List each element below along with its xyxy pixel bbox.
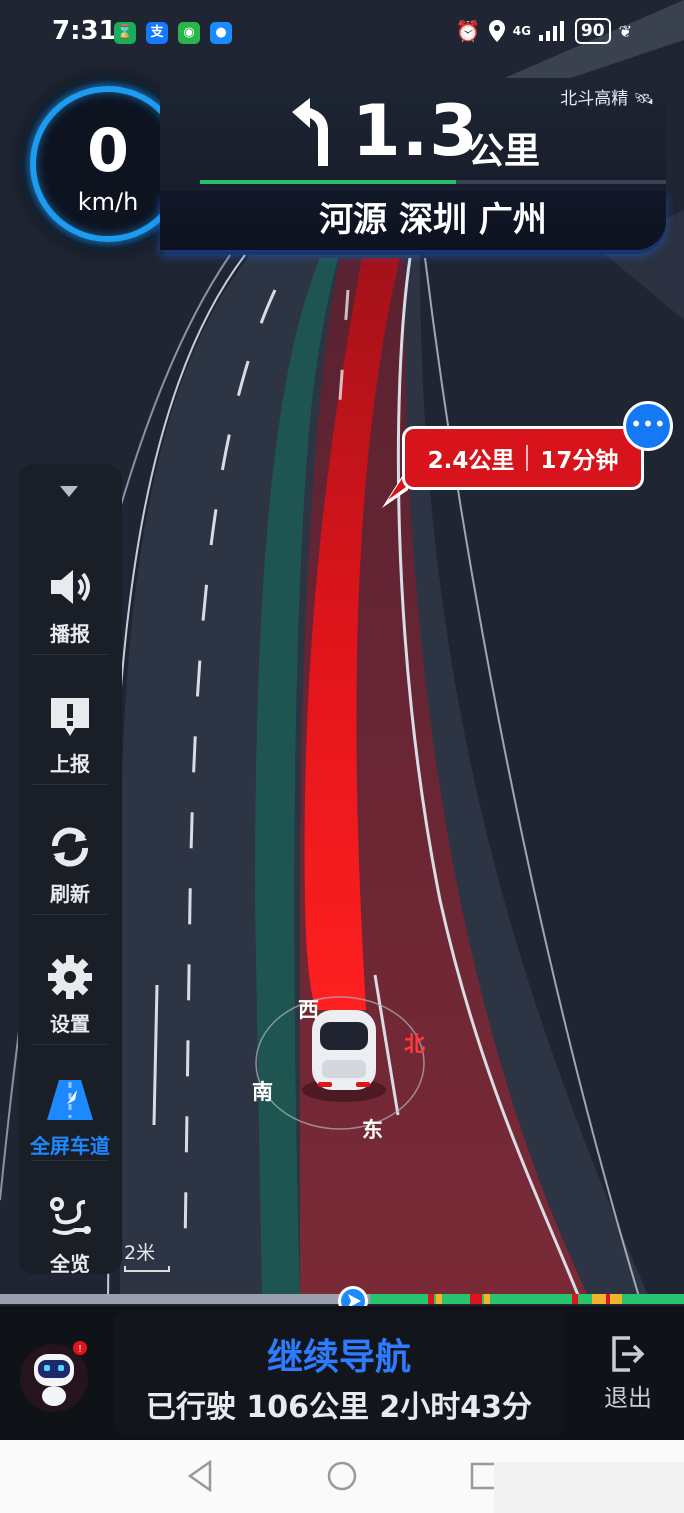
leaf-icon: ❦ xyxy=(618,21,632,41)
lane-view-icon xyxy=(47,1080,93,1120)
back-icon[interactable] xyxy=(186,1460,214,1492)
home-icon[interactable] xyxy=(326,1460,358,1492)
map-scale-bar xyxy=(124,1266,170,1272)
lane-fullscreen-button[interactable]: 全屏车道 xyxy=(18,1050,122,1172)
clock: 7:31 xyxy=(52,16,117,46)
turn-guidance-panel[interactable]: 北斗高精 🛰 1.3 公里 河源 深圳 广州 xyxy=(160,78,666,254)
beidou-label: 北斗高精 🛰 xyxy=(560,89,654,109)
assistant-robot-icon[interactable]: ! xyxy=(18,1334,94,1418)
exit-icon xyxy=(612,1336,645,1372)
system-navigation-bar xyxy=(0,1440,684,1513)
hourglass-app-icon: ⌛ xyxy=(114,22,136,44)
network-type: 4G xyxy=(512,24,531,38)
left-toolbar: 播报 上报 刷新 设置 全屏车道 全览 xyxy=(18,464,122,1276)
compass-west: 西 xyxy=(298,998,319,1022)
trip-traveled-summary: 已行驶 106公里 2小时43分 xyxy=(145,1390,533,1425)
continue-navigation-button[interactable]: 继续导航 已行驶 106公里 2小时43分 xyxy=(114,1312,564,1436)
alarm-icon: ⏰ xyxy=(455,19,481,43)
compass-east: 东 xyxy=(362,1118,383,1142)
location-icon xyxy=(488,20,505,42)
svg-text:!: ! xyxy=(78,1344,82,1355)
turn-distance: 1.3 xyxy=(352,90,480,172)
overview-route-icon xyxy=(50,1197,91,1235)
refresh-icon xyxy=(52,827,88,867)
broadcast-button[interactable]: 播报 xyxy=(18,538,122,660)
compass-north: 北 xyxy=(404,1032,425,1056)
speaker-icon xyxy=(51,570,90,604)
road-names: 河源 深圳 广州 xyxy=(319,200,547,240)
wechat-app-icon: ◉ xyxy=(178,22,200,44)
report-button[interactable]: 上报 xyxy=(18,668,122,790)
overview-button[interactable]: 全览 xyxy=(18,1168,122,1290)
map-scale-label: 2米 xyxy=(124,1242,156,1264)
gear-icon xyxy=(48,955,92,999)
compass-south: 南 xyxy=(252,1080,273,1104)
exit-button[interactable]: 退出 xyxy=(590,1330,666,1420)
bubble-distance: 2.4公里 xyxy=(427,448,515,474)
bubble-time: 17分钟 xyxy=(540,448,619,474)
collapse-arrow-icon[interactable] xyxy=(60,486,78,497)
satellite-icon: 🛰 xyxy=(633,89,654,108)
report-icon xyxy=(51,698,89,736)
turn-left-arrow-icon xyxy=(292,98,328,166)
refresh-button[interactable]: 刷新 xyxy=(18,798,122,920)
road-names-bar: 河源 深圳 广州 xyxy=(160,190,666,250)
status-bar: 7:31 ⌛ 支 ◉ ● ⏰ 4G 90 ❦ xyxy=(0,0,684,66)
message-app-icon: ● xyxy=(210,22,232,44)
guidance-progress-bar xyxy=(200,180,666,184)
turn-distance-unit: 公里 xyxy=(468,131,541,172)
settings-button[interactable]: 设置 xyxy=(18,928,122,1050)
battery-level: 90 xyxy=(574,18,611,44)
continue-navigation-label: 继续导航 xyxy=(266,1337,411,1378)
alipay-app-icon: 支 xyxy=(146,22,168,44)
route-alt-bubble[interactable]: 2.4公里 17分钟 xyxy=(402,426,644,490)
chat-bubble-icon[interactable]: ••• xyxy=(623,401,673,451)
signal-icon xyxy=(538,21,564,41)
